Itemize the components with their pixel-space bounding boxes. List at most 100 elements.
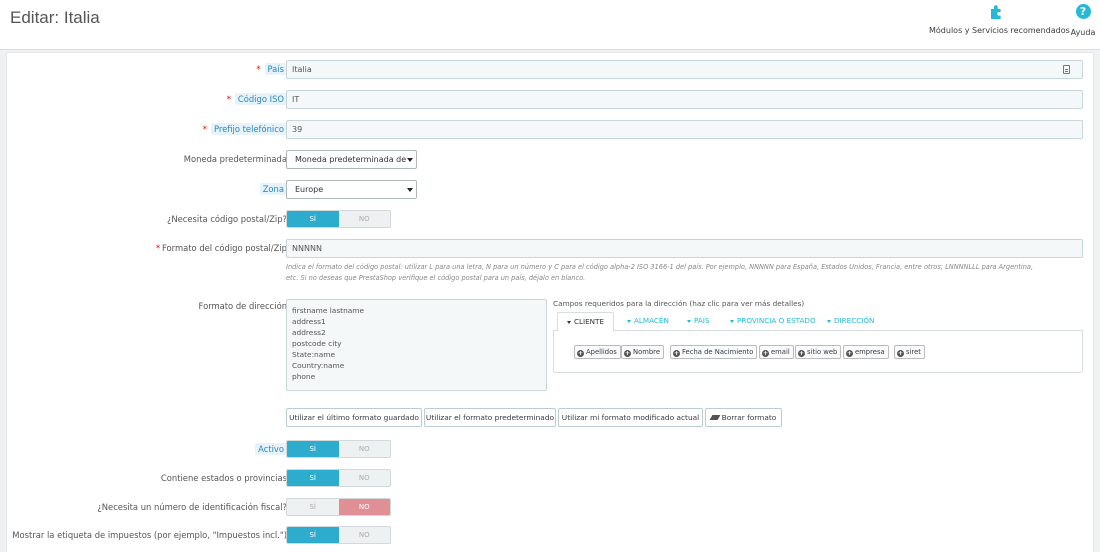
translation-icon[interactable] xyxy=(1063,65,1070,74)
display-tax-label-no[interactable]: NO xyxy=(339,527,391,543)
address-field-tabs: CLIENTE ALMACÉN PAÍS PROVINCIA O ESTADO … xyxy=(553,309,1083,332)
caret-down-icon xyxy=(627,319,631,323)
country-label-text: País xyxy=(264,63,287,75)
call-prefix-input[interactable]: 39 xyxy=(286,120,1083,139)
zip-format-input[interactable]: NNNNN xyxy=(286,239,1083,258)
required-mark: * xyxy=(155,243,161,253)
eraser-icon xyxy=(709,415,721,420)
need-tax-id-yes[interactable]: SÍ xyxy=(287,499,339,515)
required-mark: * xyxy=(256,64,261,74)
address-line: Country:name xyxy=(292,361,345,370)
address-line: address1 xyxy=(292,317,326,326)
address-format-label: Formato de dirección xyxy=(198,301,287,311)
active-label-text: Activo xyxy=(255,443,287,455)
contains-states-no[interactable]: NO xyxy=(339,470,391,486)
country-input[interactable]: Italia xyxy=(286,60,1083,79)
use-modified-format-button[interactable]: Utilizar mi formato modificado actual xyxy=(558,408,703,427)
tab-almacen[interactable]: ALMACÉN xyxy=(618,312,678,332)
zip-format-help-line: etc. Si no deseas que PrestaShop verifiq… xyxy=(286,274,586,282)
zone-select[interactable]: Europe xyxy=(286,180,417,199)
chip-label: Nombre xyxy=(633,348,661,356)
tab-label: PROVINCIA O ESTADO xyxy=(737,316,816,325)
chip-label: sitio web xyxy=(807,348,838,356)
address-line: address2 xyxy=(292,328,326,337)
plus-icon: + xyxy=(624,350,631,357)
tab-label: CLIENTE xyxy=(574,317,604,326)
active-switch[interactable]: SÍ NO xyxy=(286,440,391,458)
contains-states-switch[interactable]: SÍ NO xyxy=(286,469,391,487)
tab-label: ALMACÉN xyxy=(634,316,669,325)
chip-label: siret xyxy=(906,348,921,356)
iso-label-text: Código ISO xyxy=(234,93,287,105)
use-default-format-button[interactable]: Utilizar el formato predeterminado xyxy=(424,408,556,427)
iso-value: IT xyxy=(292,95,300,104)
caret-down-icon xyxy=(407,188,413,192)
required-fields-title: Campos requeridos para la dirección (haz… xyxy=(553,299,805,308)
required-mark: * xyxy=(202,124,207,134)
zone-value: Europe xyxy=(295,185,324,194)
puzzle-icon xyxy=(929,2,1065,22)
address-line: State:name xyxy=(292,350,336,359)
active-label: Activo xyxy=(255,440,287,458)
plus-icon: + xyxy=(762,350,769,357)
zip-format-value: NNNNN xyxy=(292,244,322,253)
tab-direccion[interactable]: DIRECCIÓN xyxy=(818,312,883,332)
country-value: Italia xyxy=(292,65,312,74)
need-zip-label: ¿Necesita código postal/Zip? xyxy=(166,214,287,224)
field-chip-fecha-nacimiento[interactable]: + Fecha de Nacimiento xyxy=(670,345,758,359)
clear-format-button[interactable]: Borrar formato xyxy=(705,408,782,427)
field-chip-siret[interactable]: + siret xyxy=(894,345,925,359)
zip-format-help-line: Indica el formato del código postal: uti… xyxy=(286,263,1034,271)
active-yes[interactable]: SÍ xyxy=(287,441,339,457)
display-tax-label-switch[interactable]: SÍ NO xyxy=(286,526,391,544)
clear-format-label: Borrar formato xyxy=(721,413,777,422)
tab-cliente[interactable]: CLIENTE xyxy=(557,312,614,332)
iso-label: * Código ISO xyxy=(227,90,287,108)
help-symbol: ? xyxy=(1075,4,1091,19)
chip-label: Fecha de Nacimiento xyxy=(682,348,754,356)
display-tax-label-label: Mostrar la etiqueta de impuestos (por ej… xyxy=(12,530,287,540)
currency-value: Moneda predeterminada de la tienda xyxy=(295,155,407,164)
chip-label: empresa xyxy=(855,348,885,356)
need-tax-id-no[interactable]: NO xyxy=(338,499,390,515)
use-last-format-button[interactable]: Utilizar el último formato guardado xyxy=(286,408,422,427)
country-label: * País xyxy=(256,60,287,78)
zone-label: Zona xyxy=(259,180,287,198)
field-chip-email[interactable]: + email xyxy=(759,345,794,359)
address-format-textarea[interactable]: firstname lastname address1 address2 pos… xyxy=(286,299,547,391)
prefix-label: * Prefijo telefónico xyxy=(203,120,287,138)
need-zip-no[interactable]: NO xyxy=(339,211,391,227)
prefix-value: 39 xyxy=(292,125,303,134)
required-mark: * xyxy=(226,94,231,104)
plus-icon: + xyxy=(897,350,904,357)
tab-pais[interactable]: PAÍS xyxy=(678,312,718,332)
chip-label: Apellidos xyxy=(586,348,617,356)
iso-code-input[interactable]: IT xyxy=(286,90,1083,109)
recommended-modules-label: Módulos y Servicios recomendados xyxy=(929,26,1070,35)
caret-down-icon xyxy=(730,319,734,323)
need-tax-id-switch[interactable]: SÍ NO xyxy=(286,498,391,516)
field-chip-apellidos[interactable]: + Apellidos xyxy=(574,345,621,359)
active-no[interactable]: NO xyxy=(339,441,391,457)
display-tax-label-yes[interactable]: SÍ xyxy=(287,527,339,543)
contains-states-yes[interactable]: SÍ xyxy=(287,470,339,486)
recommended-modules-button[interactable]: Módulos y Servicios recomendados xyxy=(929,2,1070,42)
help-label: Ayuda xyxy=(1070,28,1096,37)
tab-provincia[interactable]: PROVINCIA O ESTADO xyxy=(721,312,825,332)
help-icon: ? xyxy=(1068,4,1098,24)
field-chip-sitio-web[interactable]: + sitio web xyxy=(795,345,842,359)
caret-down-icon xyxy=(567,320,571,324)
need-zip-switch[interactable]: SÍ NO xyxy=(286,210,391,228)
caret-down-icon xyxy=(407,158,413,162)
zip-format-label-text: Formato del código postal/Zip xyxy=(162,243,287,253)
need-zip-yes[interactable]: SÍ xyxy=(287,211,339,227)
plus-icon: + xyxy=(673,350,680,357)
currency-select[interactable]: Moneda predeterminada de la tienda xyxy=(286,150,417,169)
caret-down-icon xyxy=(687,319,691,323)
field-chip-empresa[interactable]: + empresa xyxy=(843,345,889,359)
help-button[interactable]: ? Ayuda xyxy=(1068,2,1098,42)
address-line: phone xyxy=(292,372,316,381)
field-chip-nombre[interactable]: + Nombre xyxy=(621,345,665,359)
zone-label-text: Zona xyxy=(259,183,287,195)
currency-label: Moneda predeterminada xyxy=(183,154,287,164)
